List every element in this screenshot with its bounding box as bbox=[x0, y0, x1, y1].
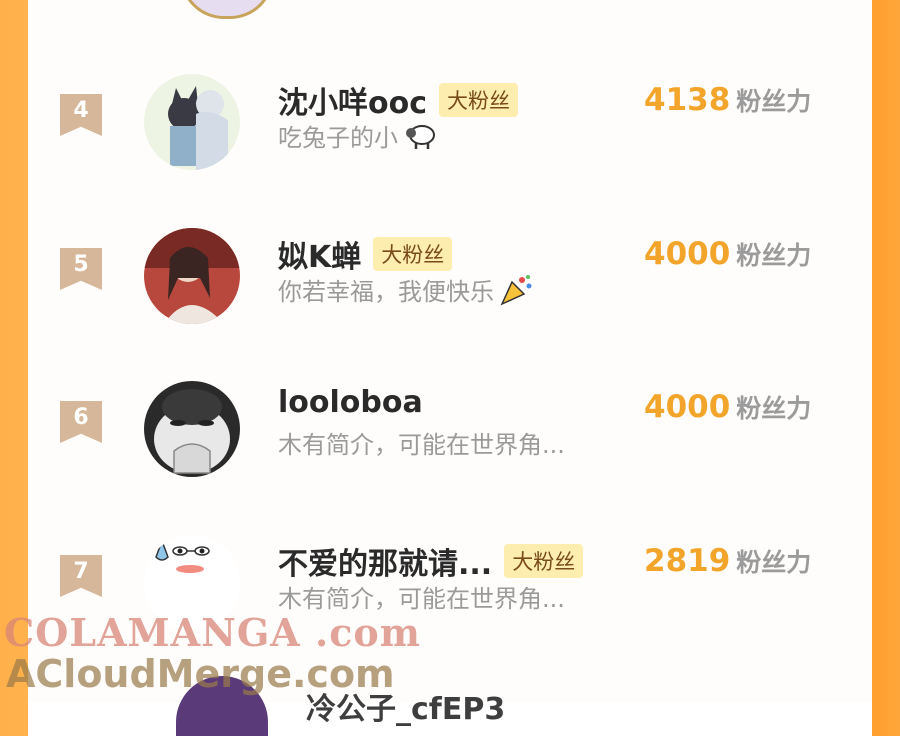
fan-level-badge: 大粉丝 bbox=[373, 237, 453, 271]
fan-power: 4000 粉丝力 bbox=[644, 389, 811, 425]
fan-power-value: 2819 bbox=[644, 543, 731, 579]
username-text[interactable]: looloboa bbox=[278, 385, 423, 420]
fan-power-unit: 粉丝力 bbox=[736, 87, 812, 116]
sheep-icon bbox=[404, 122, 438, 150]
party-popper-icon bbox=[500, 274, 534, 306]
avatar[interactable] bbox=[144, 381, 240, 477]
rank-ribbon: 7 bbox=[60, 555, 102, 597]
username-text[interactable]: 沈小咩ooc bbox=[278, 78, 427, 122]
leaderboard-row[interactable]: 6 looloboa 木有简介，可能在世界角... 4000 粉丝力 bbox=[28, 381, 872, 521]
watermark: ACloudMerge.com bbox=[6, 652, 395, 696]
bio-text: 吃兔子的小 bbox=[278, 124, 398, 152]
fan-power: 4138 粉丝力 bbox=[644, 82, 811, 118]
username[interactable]: 沈小咩ooc 大粉丝 bbox=[278, 78, 519, 122]
username-text[interactable]: 不爱的那就请... bbox=[278, 539, 492, 583]
fan-power-unit: 粉丝力 bbox=[736, 548, 812, 577]
rank-ribbon: 6 bbox=[60, 401, 102, 443]
fan-power-unit: 粉丝力 bbox=[736, 241, 812, 270]
fan-power: 2819 粉丝力 bbox=[644, 543, 811, 579]
user-bio: 木有简介，可能在世界角... bbox=[278, 579, 565, 614]
username[interactable]: 不爱的那就请... 大粉丝 bbox=[278, 539, 584, 583]
fan-power-unit: 粉丝力 bbox=[736, 394, 812, 423]
user-bio: 你若幸福，我便快乐 bbox=[278, 272, 534, 307]
avatar-partial-top[interactable] bbox=[180, 0, 274, 19]
username[interactable]: looloboa bbox=[278, 385, 423, 420]
avatar[interactable] bbox=[144, 74, 240, 170]
fan-power-value: 4138 bbox=[644, 82, 731, 118]
fan-level-badge: 大粉丝 bbox=[439, 83, 519, 117]
avatar[interactable] bbox=[144, 228, 240, 324]
fan-leaderboard-panel: 4 沈小咩ooc 大粉丝 吃兔子的小 4138 粉丝力 5 姒K蝉 大粉丝 你若… bbox=[28, 0, 872, 736]
user-bio: 木有简介，可能在世界角... bbox=[278, 425, 565, 460]
fan-power-value: 4000 bbox=[644, 389, 731, 425]
bio-text: 你若幸福，我便快乐 bbox=[278, 278, 494, 306]
leaderboard-row[interactable]: 5 姒K蝉 大粉丝 你若幸福，我便快乐 4000 粉丝力 bbox=[28, 228, 872, 368]
fan-power: 4000 粉丝力 bbox=[644, 236, 811, 272]
bio-text: 木有简介，可能在世界角... bbox=[278, 585, 565, 613]
user-bio: 吃兔子的小 bbox=[278, 118, 438, 153]
username-text[interactable]: 姒K蝉 bbox=[278, 232, 361, 276]
leaderboard-row[interactable]: 4 沈小咩ooc 大粉丝 吃兔子的小 4138 粉丝力 bbox=[28, 74, 872, 214]
rank-ribbon: 4 bbox=[60, 94, 102, 136]
fan-power-value: 4000 bbox=[644, 236, 731, 272]
watermark: COLAMANGA .com bbox=[4, 610, 421, 655]
rank-ribbon: 5 bbox=[60, 248, 102, 290]
fan-level-badge: 大粉丝 bbox=[504, 544, 584, 578]
bio-text: 木有简介，可能在世界角... bbox=[278, 431, 565, 459]
username[interactable]: 姒K蝉 大粉丝 bbox=[278, 232, 453, 276]
